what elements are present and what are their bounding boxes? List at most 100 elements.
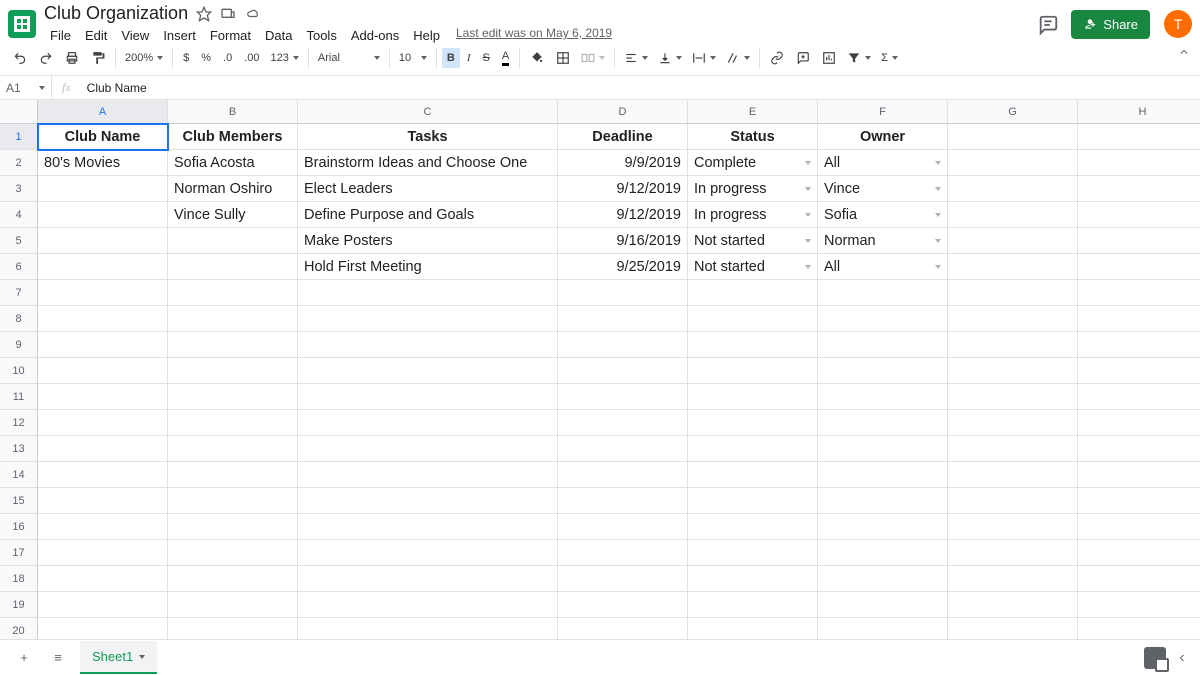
cell[interactable] xyxy=(168,228,298,254)
col-header[interactable]: B xyxy=(168,100,298,124)
cloud-icon[interactable] xyxy=(244,6,260,22)
cell[interactable] xyxy=(948,514,1078,540)
increase-decimal-icon[interactable]: .00 xyxy=(239,48,264,68)
cell[interactable] xyxy=(38,410,168,436)
cell[interactable]: All xyxy=(818,150,948,176)
cell[interactable] xyxy=(1078,150,1200,176)
font-select[interactable]: Arial xyxy=(314,50,384,66)
row-header[interactable]: 19 xyxy=(0,592,38,618)
move-icon[interactable] xyxy=(220,6,236,22)
decrease-decimal-icon[interactable]: .0 xyxy=(218,48,237,68)
cell[interactable]: Brainstorm Ideas and Choose One xyxy=(298,150,558,176)
cell[interactable] xyxy=(1078,202,1200,228)
row-header[interactable]: 6 xyxy=(0,254,38,280)
cell[interactable]: Hold First Meeting xyxy=(298,254,558,280)
cell[interactable] xyxy=(168,592,298,618)
wrap-icon[interactable] xyxy=(688,49,720,67)
functions-icon[interactable]: Σ xyxy=(877,50,902,66)
cell[interactable]: 9/9/2019 xyxy=(558,150,688,176)
cell[interactable]: Norman xyxy=(818,228,948,254)
cell[interactable] xyxy=(948,150,1078,176)
col-header[interactable]: D xyxy=(558,100,688,124)
cell[interactable] xyxy=(38,592,168,618)
cell[interactable] xyxy=(948,566,1078,592)
cell[interactable] xyxy=(688,592,818,618)
cell[interactable] xyxy=(168,306,298,332)
all-sheets-icon[interactable]: ≡ xyxy=(46,646,70,670)
cell[interactable] xyxy=(688,384,818,410)
cell[interactable] xyxy=(38,540,168,566)
cell[interactable] xyxy=(948,332,1078,358)
col-header[interactable]: H xyxy=(1078,100,1200,124)
cell[interactable] xyxy=(168,280,298,306)
currency-icon[interactable]: $ xyxy=(178,48,194,68)
cell[interactable] xyxy=(558,332,688,358)
cell[interactable]: 80's Movies xyxy=(38,150,168,176)
fontsize-select[interactable]: 10 xyxy=(395,50,431,66)
merge-icon[interactable] xyxy=(577,49,609,67)
cell[interactable] xyxy=(298,462,558,488)
name-box[interactable]: A1 xyxy=(0,76,52,99)
cell[interactable] xyxy=(1078,306,1200,332)
cell[interactable] xyxy=(948,254,1078,280)
cell[interactable] xyxy=(818,358,948,384)
cell[interactable] xyxy=(558,384,688,410)
italic-icon[interactable]: I xyxy=(462,48,476,68)
undo-icon[interactable] xyxy=(8,47,32,69)
percent-icon[interactable]: % xyxy=(196,48,216,68)
row-header[interactable]: 7 xyxy=(0,280,38,306)
cell[interactable] xyxy=(1078,540,1200,566)
cell[interactable] xyxy=(1078,254,1200,280)
cell[interactable] xyxy=(948,306,1078,332)
cell[interactable]: Vince xyxy=(818,176,948,202)
cell[interactable]: Deadline xyxy=(558,124,688,150)
cell[interactable]: Complete xyxy=(688,150,818,176)
fill-color-icon[interactable] xyxy=(525,47,549,69)
cell[interactable] xyxy=(688,280,818,306)
cell[interactable] xyxy=(688,306,818,332)
cell[interactable] xyxy=(558,306,688,332)
cell[interactable] xyxy=(38,228,168,254)
row-header[interactable]: 1 xyxy=(0,124,38,150)
cell[interactable] xyxy=(38,358,168,384)
cell[interactable] xyxy=(1078,176,1200,202)
cell[interactable] xyxy=(948,176,1078,202)
cell[interactable] xyxy=(1078,358,1200,384)
explore-icon[interactable] xyxy=(1144,647,1166,669)
cell[interactable] xyxy=(298,566,558,592)
cell[interactable] xyxy=(38,176,168,202)
cell[interactable] xyxy=(1078,566,1200,592)
cell[interactable] xyxy=(558,488,688,514)
avatar[interactable]: T xyxy=(1164,10,1192,38)
cell[interactable] xyxy=(818,332,948,358)
cell[interactable] xyxy=(298,540,558,566)
cell[interactable] xyxy=(1078,514,1200,540)
cell[interactable] xyxy=(298,384,558,410)
cell[interactable] xyxy=(688,462,818,488)
cell[interactable] xyxy=(168,540,298,566)
cell[interactable]: Sofia Acosta xyxy=(168,150,298,176)
cell[interactable] xyxy=(298,410,558,436)
chart-icon[interactable] xyxy=(817,47,841,69)
cell[interactable]: Not started xyxy=(688,228,818,254)
strike-icon[interactable]: S xyxy=(478,48,495,68)
cell[interactable]: Norman Oshiro xyxy=(168,176,298,202)
filter-icon[interactable] xyxy=(843,49,875,67)
cell[interactable] xyxy=(948,228,1078,254)
col-header[interactable]: F xyxy=(818,100,948,124)
row-header[interactable]: 2 xyxy=(0,150,38,176)
redo-icon[interactable] xyxy=(34,47,58,69)
print-icon[interactable] xyxy=(60,47,84,69)
cell[interactable] xyxy=(38,332,168,358)
cell[interactable] xyxy=(1078,462,1200,488)
row-header[interactable]: 3 xyxy=(0,176,38,202)
cell[interactable] xyxy=(558,436,688,462)
add-sheet-icon[interactable]: + xyxy=(12,646,36,670)
cell[interactable]: Club Name xyxy=(38,124,168,150)
cell[interactable] xyxy=(168,462,298,488)
col-header[interactable]: G xyxy=(948,100,1078,124)
cell[interactable] xyxy=(558,358,688,384)
cell[interactable] xyxy=(168,514,298,540)
cell[interactable] xyxy=(948,280,1078,306)
cell[interactable] xyxy=(38,254,168,280)
